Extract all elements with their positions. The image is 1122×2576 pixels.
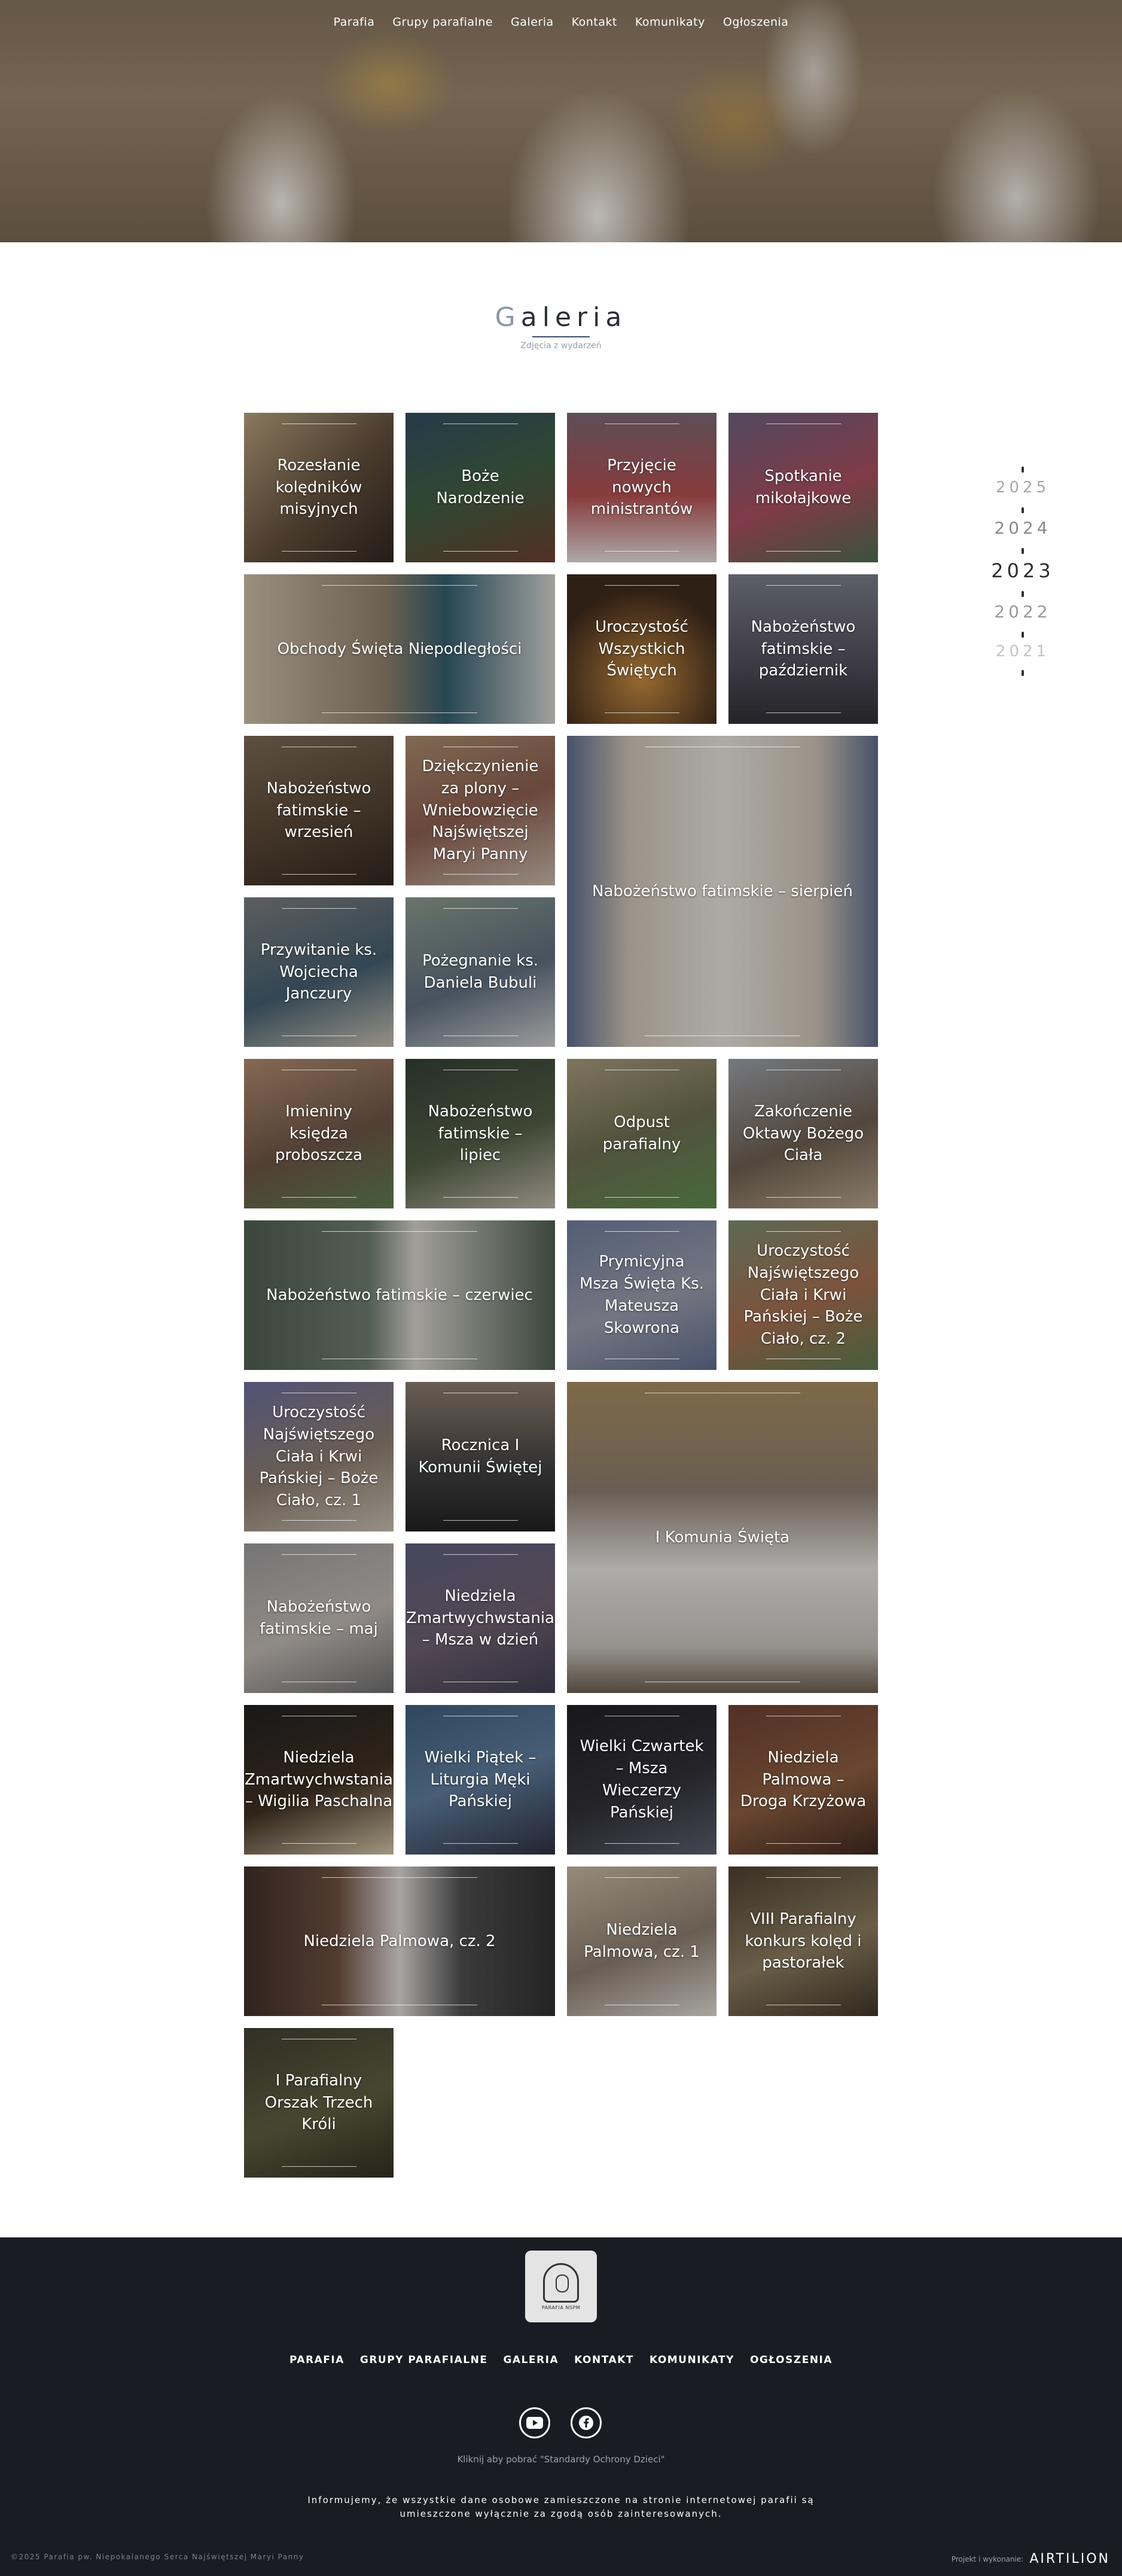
footer-nav-galeria[interactable]: GALERIA <box>503 2354 559 2366</box>
gallery-tile[interactable]: Imieniny księdza proboszcza <box>244 1059 394 1208</box>
top-navigation: Parafia Grupy parafialne Galeria Kontakt… <box>0 16 1122 29</box>
gallery-tile[interactable]: Nabożeństwo fatimskie – lipiec <box>405 1059 555 1208</box>
year-divider <box>1022 670 1024 676</box>
footer-nav-grupy-parafialne[interactable]: GRUPY PARAFIALNE <box>360 2354 488 2366</box>
gallery-tile[interactable]: Nabożeństwo fatimskie – wrzesień <box>244 736 394 885</box>
gallery-tile[interactable]: Boże Narodzenie <box>405 413 555 562</box>
gallery-tile[interactable]: Pożegnanie ks. Daniela Bubuli <box>405 897 555 1047</box>
gallery-tile[interactable]: Uroczystość Najświętszego Ciała i Krwi P… <box>728 1220 878 1370</box>
year-divider <box>1022 632 1024 638</box>
child-protection-download-link[interactable]: Kliknij aby pobrać "Standardy Ochrony Dz… <box>0 2454 1122 2465</box>
gallery-tile[interactable]: Zakończenie Oktawy Bożego Ciała <box>728 1059 878 1208</box>
copyright-text: ©2025 Parafia pw. Niepokalanego Serca Na… <box>11 2553 304 2561</box>
facebook-button[interactable] <box>571 2407 602 2438</box>
gallery-tile[interactable]: Prymicyjna Msza Święta Ks. Mateusza Skow… <box>567 1220 717 1370</box>
footer-nav-ogloszenia[interactable]: OGŁOSZENIA <box>750 2354 833 2366</box>
gallery-tile[interactable]: Przyjęcie nowych ministrantów <box>567 413 717 562</box>
footer-nav-komunikaty[interactable]: KOMUNIKATY <box>650 2354 734 2366</box>
gallery-tile[interactable]: Nabożeństwo fatimskie – maj <box>244 1543 394 1693</box>
nav-ogloszenia[interactable]: Ogłoszenia <box>723 16 789 29</box>
year-2022[interactable]: 2022 <box>969 602 1077 622</box>
page-subtitle: Zdjęcia z wydarzeń <box>520 341 602 351</box>
gallery-tile[interactable]: Uroczystość Wszystkich Świętych <box>567 574 717 724</box>
gallery-tile[interactable]: Wielki Czwartek – Msza Wieczerzy Pańskie… <box>567 1705 717 1855</box>
gallery-tile[interactable]: Niedziela Zmartwychwstania – Wigilia Pas… <box>244 1705 394 1855</box>
gallery-tile[interactable]: Niedziela Zmartwychwstania – Msza w dzie… <box>405 1543 555 1693</box>
gallery-tile[interactable]: Dziękczynienie za plony – Wniebowzięcie … <box>405 736 555 885</box>
gallery-tile[interactable]: Rozesłanie kolędników misyjnych <box>244 413 394 562</box>
nav-komunikaty[interactable]: Komunikaty <box>635 16 705 29</box>
gallery-tile[interactable]: Niedziela Palmowa, cz. 2 <box>244 1866 555 2016</box>
page-title-block: Galeria Zdjęcia z wydarzeń <box>0 302 1122 351</box>
page-title: Galeria <box>495 302 627 333</box>
youtube-icon <box>526 2417 543 2429</box>
year-divider <box>1022 591 1024 597</box>
gallery-tile[interactable]: Obchody Święta Niepodległości <box>244 574 555 724</box>
gallery-tile[interactable]: Przywitanie ks. Wojciecha Janczury <box>244 897 394 1047</box>
parish-logo[interactable]: PARAFIA NSPM <box>525 2251 597 2322</box>
nav-parafia[interactable]: Parafia <box>334 16 375 29</box>
footer-nav-parafia[interactable]: PARAFIA <box>289 2354 344 2366</box>
title-underline <box>532 336 590 337</box>
hero-banner: Parafia Grupy parafialne Galeria Kontakt… <box>0 0 1122 242</box>
gallery-tile[interactable]: Nabożeństwo fatimskie – październik <box>728 574 878 724</box>
gallery-tile[interactable]: Nabożeństwo fatimskie – czerwiec <box>244 1220 555 1370</box>
year-2021[interactable]: 2021 <box>969 643 1077 660</box>
gallery-tile[interactable]: Wielki Piątek – Liturgia Męki Pańskiej <box>405 1705 555 1855</box>
gallery-tile[interactable]: I Komunia Święta <box>567 1382 878 1693</box>
youtube-button[interactable] <box>519 2407 550 2438</box>
gallery-tile[interactable]: Rocznica I Komunii Świętej <box>405 1382 555 1531</box>
design-credit: Projekt i wykonanie: AIRTILION <box>952 2551 1110 2566</box>
gallery-tile[interactable]: Niedziela Palmowa – Droga Krzyżowa <box>728 1705 878 1855</box>
year-divider <box>1022 548 1024 554</box>
nav-galeria[interactable]: Galeria <box>511 16 554 29</box>
madonna-icon <box>543 2263 579 2303</box>
nav-kontakt[interactable]: Kontakt <box>572 16 617 29</box>
credit-label: Projekt i wykonanie: <box>951 2554 1024 2563</box>
footer-navigation: PARAFIA GRUPY PARAFIALNE GALERIA KONTAKT… <box>0 2354 1122 2366</box>
privacy-notice: Informujemy, że wszystkie dane osobowe z… <box>307 2495 815 2520</box>
year-2024[interactable]: 2024 <box>969 518 1077 538</box>
year-2023[interactable]: 2023 <box>969 559 1077 582</box>
gallery-tile[interactable]: Uroczystość Najświętszego Ciała i Krwi P… <box>244 1382 394 1531</box>
year-2025[interactable]: 2025 <box>969 479 1077 497</box>
facebook-icon <box>579 2416 593 2430</box>
gallery-tile[interactable]: Niedziela Palmowa, cz. 1 <box>567 1866 717 2016</box>
footer-nav-kontakt[interactable]: KONTAKT <box>574 2354 634 2366</box>
gallery-tile[interactable]: I Parafialny Orszak Trzech Króli <box>244 2028 394 2178</box>
gallery-tile[interactable]: VIII Parafialny konkurs kolęd i pastorał… <box>728 1866 878 2016</box>
airtilion-logo-link[interactable]: AIRTILION <box>1029 2551 1110 2566</box>
nav-grupy-parafialne[interactable]: Grupy parafialne <box>392 16 493 29</box>
gallery-tile[interactable]: Spotkanie mikołajkowe <box>728 413 878 562</box>
site-footer: PARAFIA NSPM PARAFIA GRUPY PARAFIALNE GA… <box>0 2237 1122 2576</box>
year-divider <box>1022 467 1024 473</box>
year-divider <box>1022 507 1024 513</box>
logo-caption: PARAFIA NSPM <box>541 2304 581 2310</box>
gallery-tile[interactable]: Odpust parafialny <box>567 1059 717 1208</box>
gallery-tile[interactable]: Nabożeństwo fatimskie – sierpień <box>567 736 878 1047</box>
